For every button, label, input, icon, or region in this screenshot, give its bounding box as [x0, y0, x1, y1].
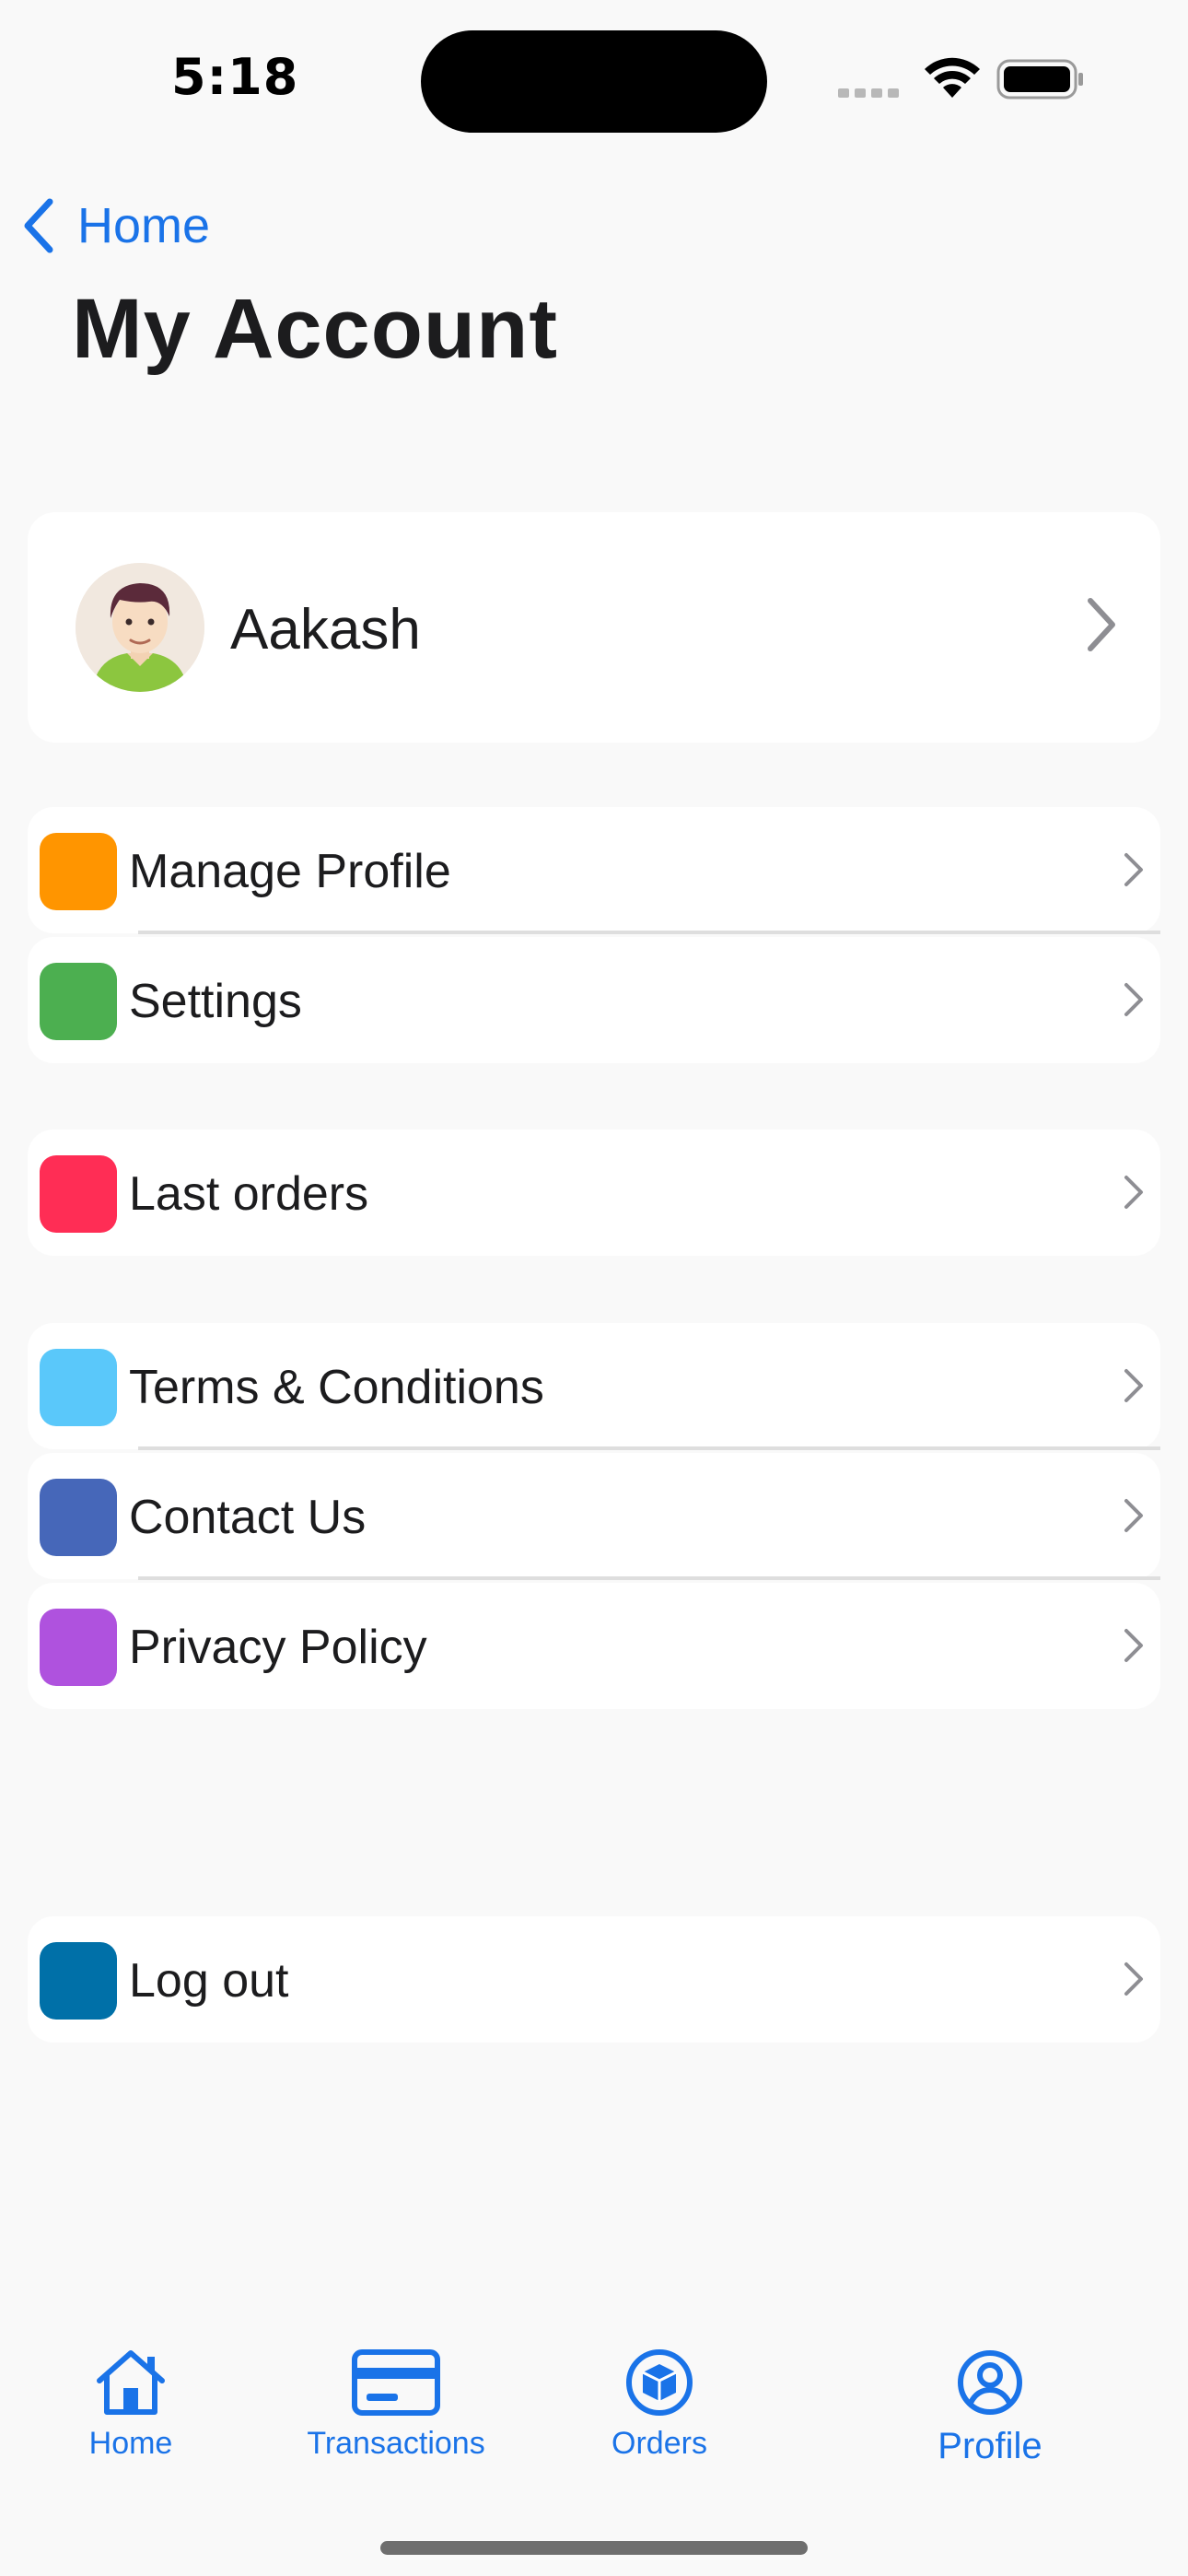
settings-icon — [40, 963, 117, 1040]
avatar — [76, 563, 204, 692]
tab-orders[interactable]: Orders — [604, 2348, 715, 2462]
chevron-right-icon — [1124, 1499, 1143, 1532]
divider — [138, 931, 1160, 934]
tab-label: Profile — [938, 2426, 1042, 2466]
tab-profile[interactable]: Profile — [930, 2348, 1050, 2467]
menu-item-manage-profile[interactable]: Manage Profile — [28, 807, 1160, 933]
menu-group-profile: Manage Profile Settings — [28, 807, 1160, 1067]
battery-icon — [996, 59, 1083, 100]
chevron-right-icon — [1124, 1629, 1143, 1662]
menu-item-log-out[interactable]: Log out — [28, 1916, 1160, 2043]
page-title: My Account — [72, 282, 558, 376]
menu-item-label: Privacy Policy — [129, 1621, 427, 1674]
tab-label: Transactions — [307, 2426, 485, 2461]
home-indicator — [380, 2541, 808, 2555]
menu-item-label: Manage Profile — [129, 845, 451, 898]
profile-name: Aakash — [230, 598, 421, 662]
menu-item-label: Terms & Conditions — [129, 1361, 544, 1414]
divider — [138, 1446, 1160, 1450]
tab-home[interactable]: Home — [76, 2348, 186, 2462]
menu-item-label: Last orders — [129, 1167, 369, 1221]
contact-us-icon — [40, 1479, 117, 1556]
privacy-policy-icon — [40, 1609, 117, 1686]
menu-group-logout: Log out — [28, 1916, 1160, 2046]
box-icon — [626, 2349, 693, 2416]
last-orders-icon — [40, 1155, 117, 1233]
card-icon — [352, 2349, 440, 2416]
divider — [138, 1576, 1160, 1580]
manage-profile-icon — [40, 833, 117, 910]
back-label: Home — [77, 198, 211, 253]
menu-item-label: Settings — [129, 975, 302, 1028]
menu-item-privacy-policy[interactable]: Privacy Policy — [28, 1583, 1160, 1709]
tab-transactions[interactable]: Transactions — [297, 2348, 495, 2462]
chevron-right-icon — [1124, 1369, 1143, 1402]
dynamic-island — [421, 30, 767, 133]
person-circle-icon — [958, 2350, 1022, 2415]
house-icon — [97, 2350, 165, 2415]
chevron-right-icon — [1124, 1176, 1143, 1209]
menu-item-label: Log out — [129, 1954, 289, 2008]
chevron-right-icon — [1124, 853, 1143, 886]
terms-icon — [40, 1349, 117, 1426]
chevron-right-icon — [1088, 598, 1115, 651]
menu-item-terms[interactable]: Terms & Conditions — [28, 1323, 1160, 1449]
menu-item-last-orders[interactable]: Last orders — [28, 1130, 1160, 1256]
menu-group-orders: Last orders — [28, 1130, 1160, 1259]
back-button[interactable]: Home — [20, 189, 210, 263]
log-out-icon — [40, 1942, 117, 2020]
chevron-right-icon — [1124, 983, 1143, 1016]
profile-card[interactable]: Aakash — [28, 512, 1160, 743]
tab-label: Home — [88, 2426, 173, 2461]
menu-item-settings[interactable]: Settings — [28, 937, 1160, 1063]
status-time: 5:18 — [171, 48, 299, 106]
screen: 5:18 Home My Account Aakash Manage Profi… — [0, 0, 1188, 2576]
tab-bar: Home Transactions Orders Profile — [0, 2322, 1188, 2576]
tab-label: Orders — [611, 2426, 707, 2461]
wifi-icon — [925, 57, 980, 98]
chevron-left-icon — [24, 198, 53, 253]
menu-item-contact-us[interactable]: Contact Us — [28, 1453, 1160, 1579]
chevron-right-icon — [1124, 1962, 1143, 1996]
menu-item-label: Contact Us — [129, 1491, 367, 1544]
avatar-illustration — [76, 563, 204, 692]
menu-group-info: Terms & Conditions Contact Us Privacy Po… — [28, 1323, 1160, 1713]
